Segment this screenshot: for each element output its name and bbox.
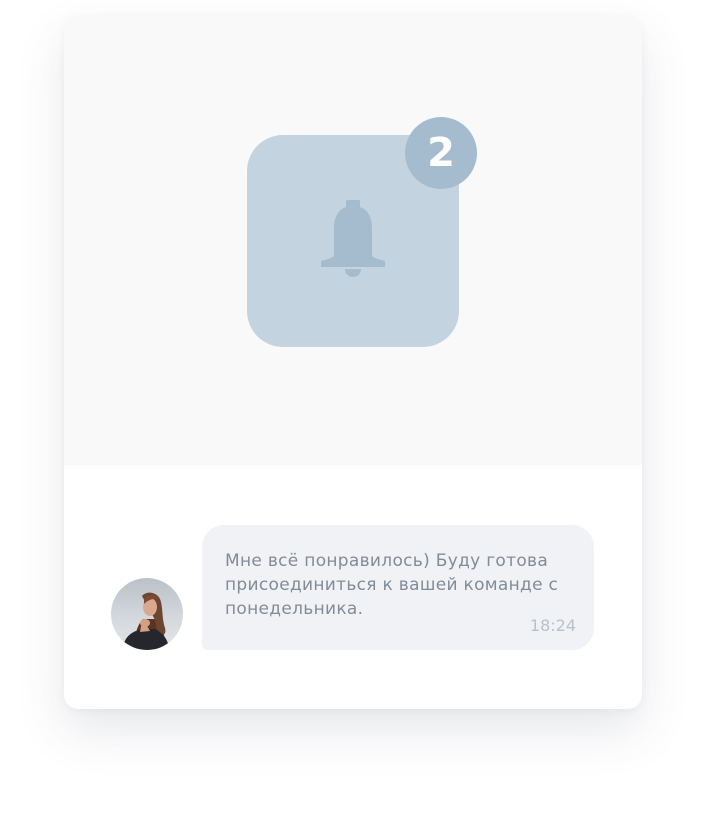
message-time: 18:24 [529, 616, 576, 635]
avatar-image [111, 578, 183, 650]
notification-hero: 2 [64, 15, 642, 465]
message-text: Мне всё понравилось) Буду готова присоед… [225, 551, 559, 619]
notification-card: 2 Мне всё понравилось) Буду готова присо… [64, 15, 642, 709]
notification-count-badge: 2 [405, 117, 477, 189]
bell-icon [321, 200, 385, 277]
message-bubble: Мне всё понравилось) Буду готова присоед… [202, 525, 594, 650]
avatar[interactable] [111, 578, 183, 650]
